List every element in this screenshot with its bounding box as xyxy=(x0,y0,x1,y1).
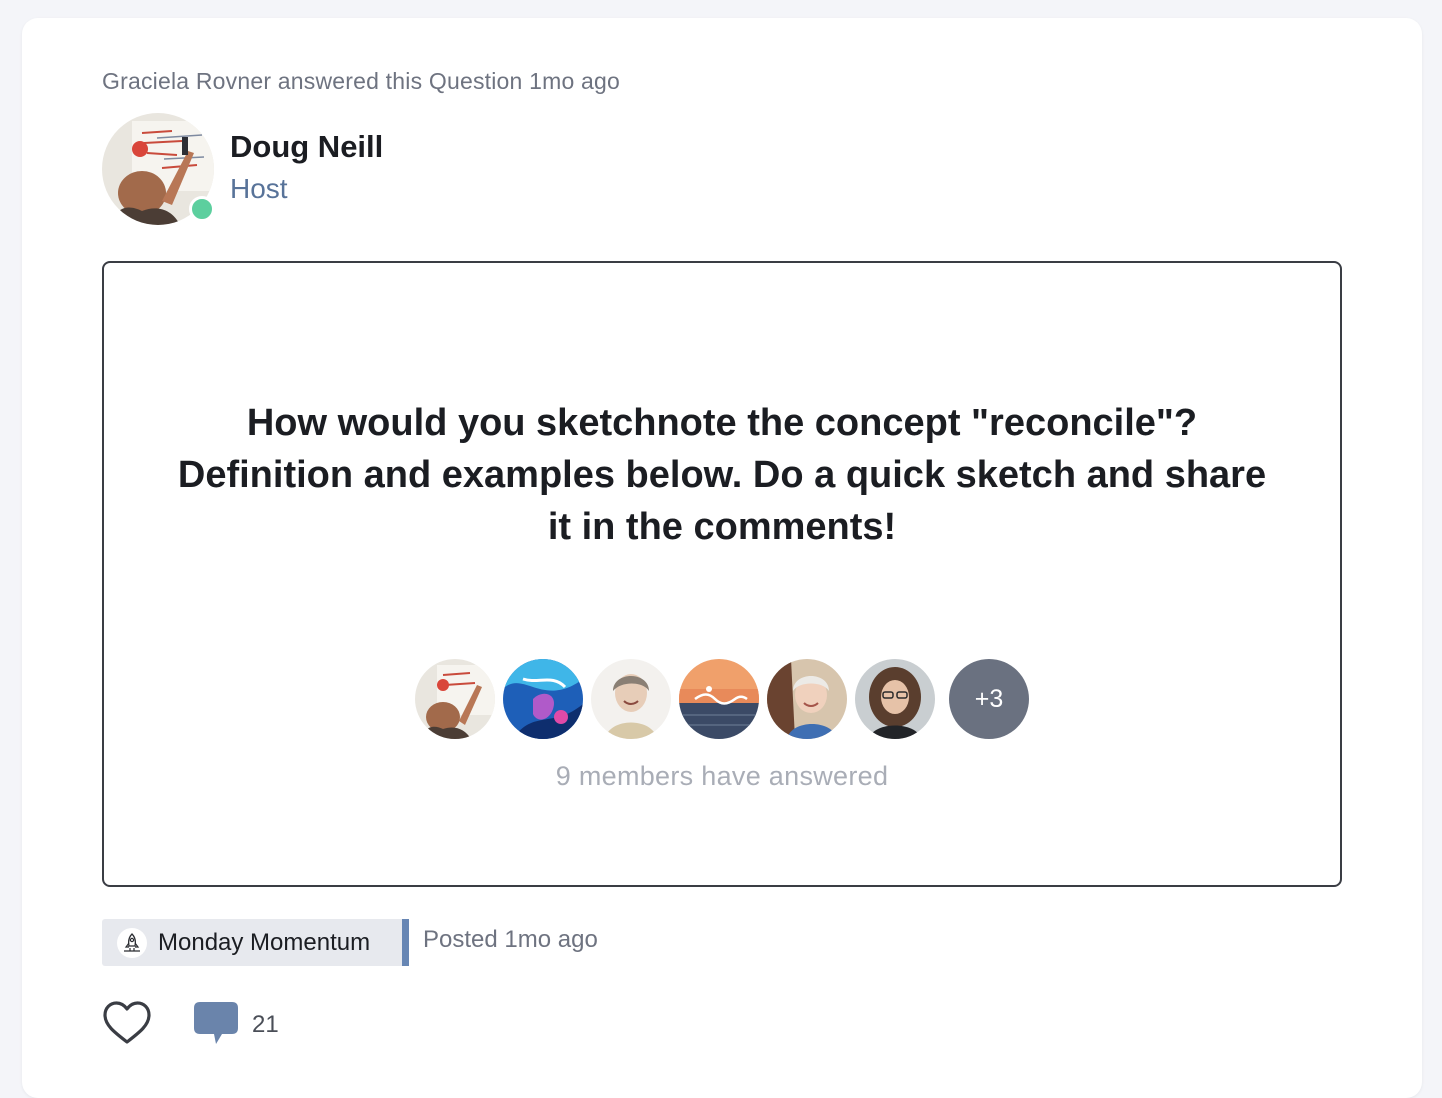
blue-abstract-art-icon xyxy=(503,659,583,739)
post-card: Graciela Rovner answered this Question 1… xyxy=(22,18,1422,1098)
answered-count-text[interactable]: 9 members have answered xyxy=(104,761,1340,792)
answerer-avatar[interactable] xyxy=(679,659,759,739)
answerer-avatars[interactable]: +3 xyxy=(415,659,1035,739)
smiling-woman-photo-icon xyxy=(591,659,671,739)
activity-line: Graciela Rovner answered this Question 1… xyxy=(102,68,621,94)
comment-count: 21 xyxy=(252,1011,279,1038)
woman-with-horse-photo-icon xyxy=(767,659,847,739)
answerer-avatar[interactable] xyxy=(503,659,583,739)
heart-icon xyxy=(103,1001,151,1044)
sunset-swimmer-logo-icon xyxy=(679,659,759,739)
answerer-avatar[interactable] xyxy=(767,659,847,739)
rocket-icon xyxy=(117,927,147,958)
author-block: Doug Neill Host xyxy=(102,113,702,225)
online-status-dot xyxy=(189,196,215,222)
curly-hair-woman-photo-icon xyxy=(855,659,935,739)
answerer-avatar[interactable] xyxy=(855,659,935,739)
comment-bubble-icon xyxy=(194,1002,238,1044)
space-name: Monday Momentum xyxy=(158,928,371,956)
whiteboard-photo-icon xyxy=(415,659,495,739)
posted-time: Posted 1mo ago xyxy=(423,926,598,953)
answerer-avatar[interactable] xyxy=(591,659,671,739)
comment-button[interactable] xyxy=(192,1000,240,1046)
question-text: How would you sketchnote the concept "re… xyxy=(177,402,1267,548)
answerer-avatar[interactable] xyxy=(415,659,495,739)
like-button[interactable] xyxy=(102,1000,152,1046)
space-tag[interactable]: Monday Momentum xyxy=(102,919,409,966)
author-role-badge: Host xyxy=(230,173,288,204)
more-answerers-badge[interactable]: +3 xyxy=(949,659,1029,739)
author-name[interactable]: Doug Neill xyxy=(230,129,383,165)
question-card[interactable]: How would you sketchnote the concept "re… xyxy=(102,261,1342,887)
